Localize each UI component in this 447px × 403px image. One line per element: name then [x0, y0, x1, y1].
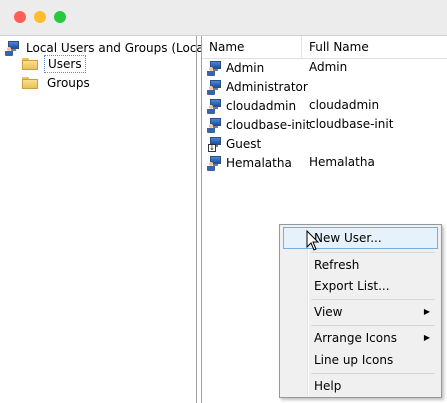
menu-separator [311, 252, 435, 253]
menu-item-arrange-icons[interactable]: Arrange Icons ▶ [283, 327, 438, 349]
table-row[interactable]: ↓ Guest [202, 134, 447, 153]
tree-item-users-label: Users [44, 55, 86, 73]
disabled-user-icon: ↓ [207, 136, 223, 152]
submenu-arrow-icon: ▶ [423, 307, 430, 316]
table-row[interactable]: Admin Admin [202, 58, 447, 77]
user-name: Guest [226, 136, 262, 151]
window-titlebar [0, 0, 447, 36]
menu-item-label: Line up Icons [314, 353, 394, 367]
user-icon [207, 79, 223, 95]
user-icon [207, 117, 223, 133]
mouse-pointer-icon [306, 230, 320, 251]
user-name: Administrator [226, 79, 308, 94]
user-icon [207, 60, 223, 76]
menu-item-label: Arrange Icons [314, 331, 397, 345]
menu-separator [311, 373, 435, 374]
menu-item-view[interactable]: View ▶ [283, 301, 438, 323]
table-row[interactable]: Administrator [202, 77, 447, 96]
user-full-name: Admin [309, 60, 348, 74]
table-row[interactable]: cloudadmin cloudadmin [202, 96, 447, 115]
list-header: Name Full Name [202, 36, 447, 59]
menu-item-label: Help [314, 379, 342, 393]
console-tree-pane: Local Users and Groups (Local) Users Gro… [0, 36, 212, 403]
user-full-name: Hemalatha [309, 155, 375, 169]
menu-separator [311, 325, 435, 326]
close-window-button[interactable] [14, 11, 26, 23]
menu-item-line-up-icons[interactable]: Line up Icons [283, 349, 438, 371]
tree-item-groups[interactable]: Groups [22, 74, 93, 92]
folder-icon [22, 58, 38, 70]
tree-item-groups-label: Groups [47, 76, 90, 90]
user-name: Admin [226, 60, 265, 75]
context-menu: New User... Refresh Export List... View … [279, 224, 442, 398]
user-full-name: cloudadmin [309, 98, 380, 112]
folder-icon [22, 77, 38, 89]
table-row[interactable]: Hemalatha Hemalatha [202, 153, 447, 172]
user-name: cloudadmin [226, 98, 297, 113]
column-header-name[interactable]: Name [202, 36, 302, 58]
menu-item-refresh[interactable]: Refresh [283, 254, 438, 276]
tree-item-users[interactable]: Users [22, 55, 86, 73]
table-row[interactable]: cloudbase-init cloudbase-init [202, 115, 447, 134]
menu-item-label: Export List... [314, 279, 390, 293]
menu-item-label: Refresh [314, 258, 360, 272]
user-name: Hemalatha [226, 155, 292, 170]
tree-root-label: Local Users and Groups (Local) [26, 41, 212, 55]
zoom-window-button[interactable] [54, 11, 66, 23]
user-icon [207, 155, 223, 171]
user-full-name: cloudbase-init [309, 117, 394, 131]
column-header-full-name[interactable]: Full Name [302, 36, 447, 58]
menu-item-label: View [314, 305, 343, 319]
computer-users-icon [5, 40, 21, 56]
submenu-arrow-icon: ▶ [423, 333, 430, 342]
user-icon [207, 98, 223, 114]
user-name: cloudbase-init [226, 117, 311, 132]
menu-separator [311, 299, 435, 300]
menu-item-export-list[interactable]: Export List... [283, 275, 438, 297]
minimize-window-button[interactable] [34, 11, 46, 23]
menu-item-help[interactable]: Help [283, 375, 438, 397]
menu-item-label: New User... [314, 231, 382, 245]
